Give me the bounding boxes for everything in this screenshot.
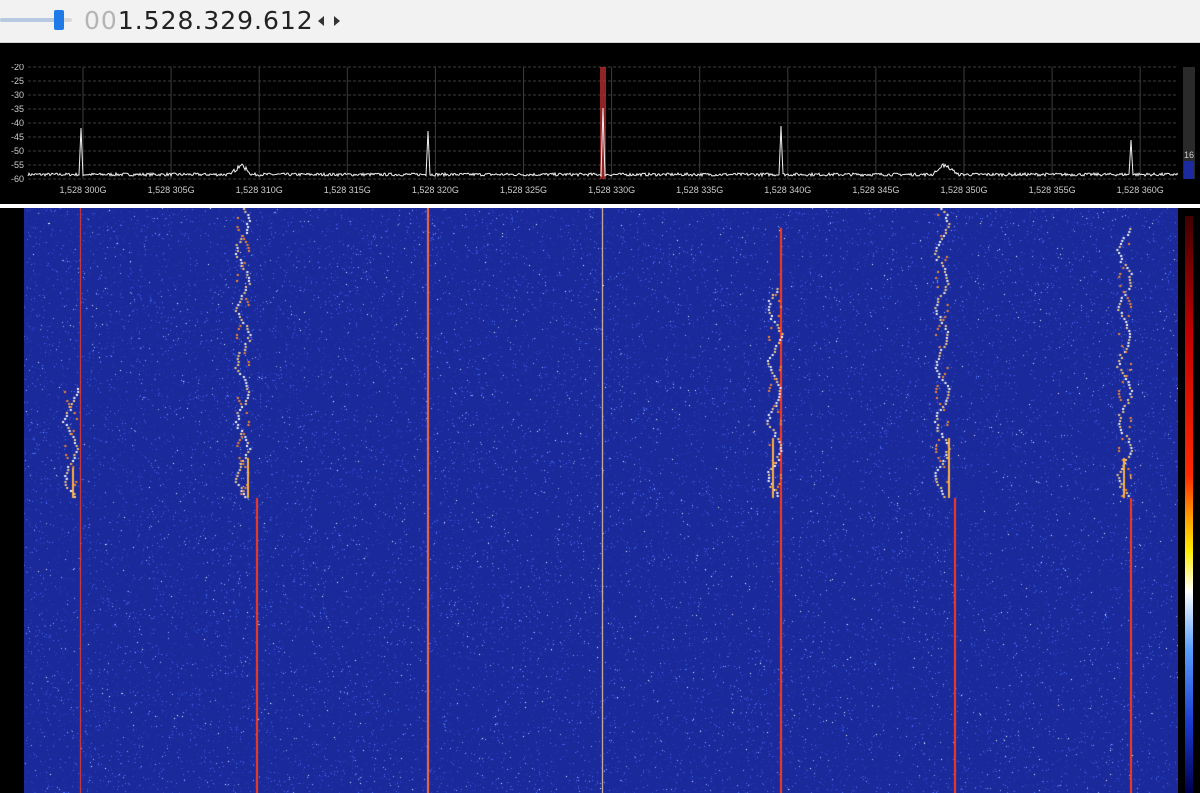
panel-gap <box>0 43 1200 64</box>
freq-label: 1,528 345G <box>852 185 899 195</box>
step-left-icon[interactable] <box>318 16 324 26</box>
frequency-display[interactable]: 001.528.329.612 <box>84 5 314 37</box>
db-label: -50 <box>11 146 24 156</box>
volume-slider-handle[interactable] <box>54 10 64 30</box>
db-label: -45 <box>11 132 24 142</box>
frequency-leading-zeros: 00 <box>84 6 118 35</box>
freq-label: 1,528 320G <box>412 185 459 195</box>
step-right-icon[interactable] <box>334 16 340 26</box>
freq-label: 1,528 360G <box>1117 185 1164 195</box>
db-label: -20 <box>11 64 24 72</box>
freq-label: 1,528 300G <box>59 185 106 195</box>
toolbar: 001.528.329.612 <box>0 0 1200 43</box>
waterfall-colorbar <box>1185 216 1193 793</box>
freq-label: 1,528 340G <box>764 185 811 195</box>
waterfall-panel[interactable] <box>0 208 1200 793</box>
gain-label: 16 <box>1184 150 1194 160</box>
db-label: -55 <box>11 160 24 170</box>
db-label: -35 <box>11 104 24 114</box>
freq-label: 1,528 315G <box>324 185 371 195</box>
db-label: -25 <box>11 76 24 86</box>
frequency-value: 1.528.329.612 <box>117 6 314 35</box>
freq-label: 1,528 350G <box>940 185 987 195</box>
freq-label: 1,528 355G <box>1029 185 1076 195</box>
frequency-step-arrows[interactable] <box>316 14 342 28</box>
freq-label: 1,528 335G <box>676 185 723 195</box>
freq-label: 1,528 330G <box>588 185 635 195</box>
spectrum-plot[interactable]: -20 -25 -30 -35 -40 -45 -50 -55 -60 1,528 300G 1,5… <box>0 62 1200 204</box>
waterfall-display[interactable] <box>24 208 1178 793</box>
spectrum-panel[interactable]: -20 -25 -30 -35 -40 -45 -50 -55 -60 1,528 300G 1,5… <box>0 62 1200 204</box>
db-label: -30 <box>11 90 24 100</box>
volume-slider-fill <box>0 18 57 22</box>
db-label: -40 <box>11 118 24 128</box>
freq-label: 1,528 310G <box>236 185 283 195</box>
freq-label: 1,528 325G <box>500 185 547 195</box>
freq-label: 1,528 305G <box>148 185 195 195</box>
db-label: -60 <box>11 174 24 184</box>
gain-gauge-fill <box>1184 161 1194 179</box>
